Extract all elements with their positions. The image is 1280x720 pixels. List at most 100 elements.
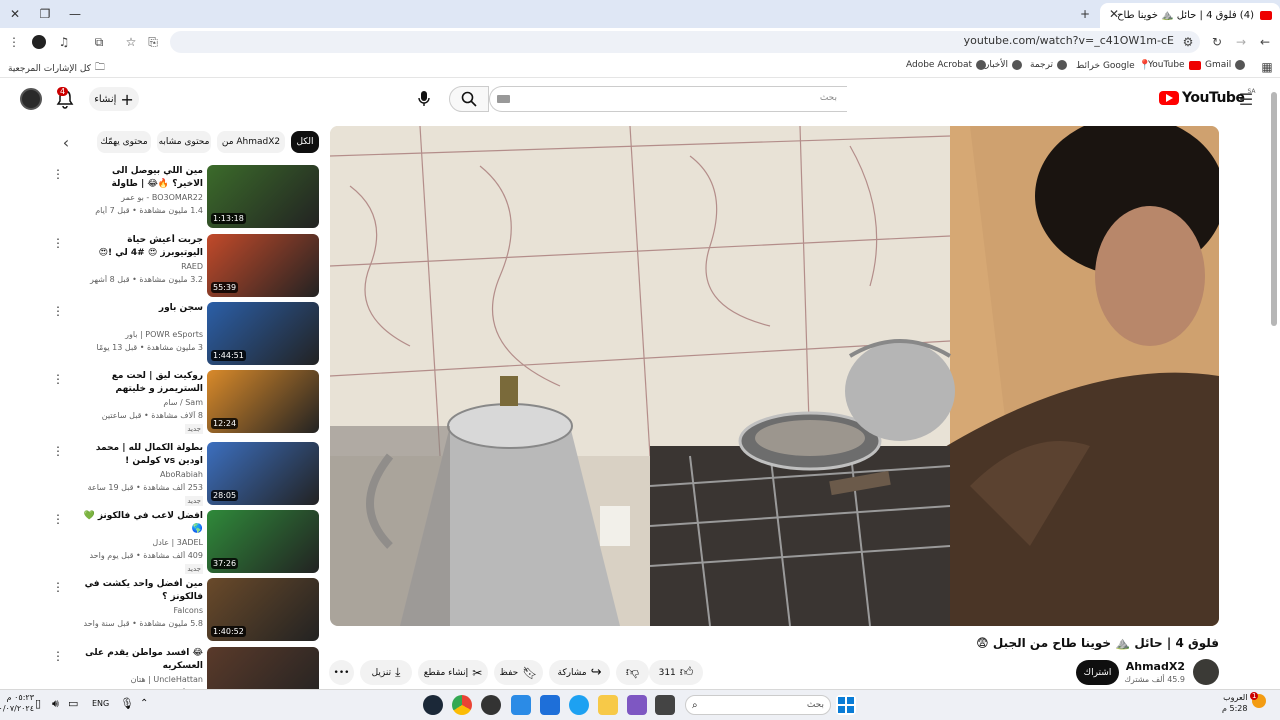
video-thumbnail[interactable]: 1:40:52: [207, 578, 319, 641]
system-clock[interactable]: ٠٥:٢٣ م ٢٠/٠٧/٢٠٢٤: [0, 692, 34, 714]
recommended-video[interactable]: 55:39 جربت أعيش حياة اليوتيوبرز 😍 #4 لي !…: [46, 234, 321, 298]
more-options-icon[interactable]: ⋮: [52, 236, 64, 250]
tray-mic-icon[interactable]: 🎙︎: [120, 697, 134, 710]
reload-icon[interactable]: ↻: [1208, 33, 1226, 51]
youtube-logo[interactable]: YouTube SA: [1159, 88, 1255, 106]
more-options-icon[interactable]: ⋮: [52, 167, 64, 181]
edge-icon[interactable]: [569, 695, 589, 715]
video-title[interactable]: مين أفضل واحد يكشت في فالكونز ؟: [83, 578, 203, 604]
channel-name[interactable]: BO3OMAR22 - بو عمر: [83, 193, 203, 202]
site-settings-icon[interactable]: ⚙: [1179, 33, 1197, 51]
taskbar-app-icon[interactable]: [481, 695, 501, 715]
clip-button[interactable]: ✂ إنشاء مقطع: [418, 660, 488, 685]
channel-name[interactable]: UncleHattan | هتان: [83, 675, 203, 684]
weather-widget[interactable]: العروب 5:28 م: [1222, 692, 1247, 714]
taskbar-search[interactable]: بحث ⌕: [685, 695, 831, 715]
channel-name[interactable]: AboRabiah: [83, 470, 203, 479]
video-title[interactable]: روكيت ليق | لحت مع الستريمرز و خليتهم يو…: [83, 370, 203, 396]
video-thumbnail[interactable]: 37:26: [207, 510, 319, 573]
video-title[interactable]: افضل لاعب في فالكونز 💚🌎: [83, 510, 203, 536]
more-options-icon[interactable]: ⋮: [52, 580, 64, 594]
install-app-icon[interactable]: ⎘: [144, 33, 162, 51]
account-avatar[interactable]: [20, 88, 42, 110]
video-thumbnail[interactable]: 55:39: [207, 234, 319, 297]
taskbar-app-icon[interactable]: [627, 695, 647, 715]
more-options-icon[interactable]: ⋮: [52, 372, 64, 386]
keyboard-icon[interactable]: [497, 95, 510, 103]
download-button[interactable]: ⤓ تنزيل: [360, 660, 412, 685]
bookmark-acrobat[interactable]: Adobe Acrobat: [906, 60, 987, 70]
video-title[interactable]: جربت أعيش حياة اليوتيوبرز 😍 #4 لي !😍: [83, 234, 203, 260]
video-thumbnail[interactable]: 1:44:51: [207, 302, 319, 365]
start-button[interactable]: [836, 695, 856, 715]
new-tab-icon[interactable]: +: [1075, 4, 1095, 24]
chrome-icon[interactable]: [452, 695, 472, 715]
window-minimize-icon[interactable]: —: [65, 4, 85, 24]
video-title[interactable]: بطولة الكمال لله | محمد اودين vs كولمن !: [83, 442, 203, 468]
all-bookmarks[interactable]: كل الإشارات المرجعية 🗀: [8, 60, 105, 77]
more-options-icon[interactable]: ⋮: [52, 512, 64, 526]
save-button[interactable]: 🔖︎ حفظ: [494, 660, 543, 685]
steam-icon[interactable]: [423, 695, 443, 715]
volume-icon[interactable]: 🔊︎: [52, 697, 59, 711]
page-scrollbar[interactable]: [1271, 92, 1277, 326]
recommended-video[interactable]: 28:05 بطولة الكمال لله | محمد اودين vs كو…: [46, 442, 321, 506]
channel-avatar[interactable]: [1193, 659, 1219, 685]
menu-dots-icon[interactable]: ⋮: [5, 33, 23, 51]
network-icon[interactable]: ▭: [68, 697, 78, 710]
channel-name[interactable]: Sam / سام: [83, 398, 203, 407]
extensions-icon[interactable]: ⧉: [90, 33, 108, 51]
create-button[interactable]: + إنشاء: [89, 87, 139, 111]
bookmark-star-icon[interactable]: ☆: [122, 33, 140, 51]
recommended-video[interactable]: 1:40:52 مين أفضل واحد يكشت في فالكونز ؟ Fa…: [46, 578, 321, 642]
input-language[interactable]: ENG: [92, 699, 109, 708]
bookmark-gmail[interactable]: Gmail: [1205, 60, 1246, 70]
share-button[interactable]: ↪ مشاركة: [549, 660, 610, 685]
browser-tab[interactable]: (4) فلوق 4 | حائل ⛰️ خوينا طاح: [1100, 3, 1280, 28]
video-title[interactable]: مين اللي بيوصل الى الاخير؟ 🔥😂 | طاولة ال…: [83, 165, 203, 191]
channel-name[interactable]: Falcons: [83, 606, 203, 615]
bookmark-youtube[interactable]: YouTube: [1148, 60, 1201, 70]
bookmark-news[interactable]: الأخبار: [985, 60, 1023, 70]
subscribe-button[interactable]: اشتراك: [1076, 660, 1119, 685]
channel-name[interactable]: RAED: [83, 262, 203, 271]
taskbar-app-icon[interactable]: [655, 695, 675, 715]
bookmark-translate[interactable]: ترجمة: [1030, 60, 1068, 70]
battery-icon[interactable]: ▯: [35, 697, 41, 710]
store-icon[interactable]: [540, 695, 560, 715]
like-button[interactable]: 👍︎ 311: [649, 660, 703, 685]
dislike-button[interactable]: 👎︎: [616, 660, 649, 685]
file-explorer-icon[interactable]: [598, 695, 618, 715]
tray-expand-icon[interactable]: ⌃: [140, 698, 148, 709]
back-icon[interactable]: ←: [1256, 33, 1274, 51]
channel-name[interactable]: 3ADEL | عادل: [83, 538, 203, 547]
video-title[interactable]: 😂 افسد مواطن يقدم على العسكريه: [83, 647, 203, 673]
chip-related[interactable]: محتوى مشابه: [157, 131, 211, 153]
video-thumbnail[interactable]: 12:24: [207, 370, 319, 433]
apps-grid-icon[interactable]: ▦: [1258, 58, 1276, 76]
chips-prev-arrow-icon[interactable]: ‹: [57, 133, 75, 152]
recommended-video[interactable]: 1:13:18 مين اللي بيوصل الى الاخير؟ 🔥😂 | ط…: [46, 165, 321, 229]
recommended-video[interactable]: 12:24 روكيت ليق | لحت مع الستريمرز و خليت…: [46, 370, 321, 434]
channel-name[interactable]: POWR eSports | باور: [83, 330, 203, 339]
chip-all[interactable]: الكل: [291, 131, 319, 153]
more-options-icon[interactable]: ⋮: [52, 649, 64, 663]
more-options-icon[interactable]: ⋮: [52, 444, 64, 458]
forward-icon[interactable]: →: [1232, 33, 1250, 51]
more-actions-button[interactable]: •••: [329, 660, 354, 685]
url-text[interactable]: youtube.com/watch?v=_c41OW1m-cE: [964, 34, 1174, 47]
more-options-icon[interactable]: ⋮: [52, 304, 64, 318]
search-input[interactable]: بحث: [489, 86, 847, 112]
video-player[interactable]: [330, 126, 1219, 626]
profile-avatar-icon[interactable]: [30, 33, 48, 51]
voice-search-button[interactable]: [413, 88, 435, 110]
chip-from-channel[interactable]: من AhmadX2: [217, 131, 285, 153]
notifications-button[interactable]: 4: [55, 87, 77, 111]
channel-name[interactable]: AhmadX2: [1126, 660, 1185, 673]
video-thumbnail[interactable]: 28:05: [207, 442, 319, 505]
video-thumbnail[interactable]: 1:13:18: [207, 165, 319, 228]
mail-icon[interactable]: [511, 695, 531, 715]
video-title[interactable]: سجن باور: [83, 302, 203, 315]
window-close-icon[interactable]: ✕: [5, 4, 25, 24]
recommended-video[interactable]: 37:26 افضل لاعب في فالكونز 💚🌎 3ADEL | عادل…: [46, 510, 321, 574]
